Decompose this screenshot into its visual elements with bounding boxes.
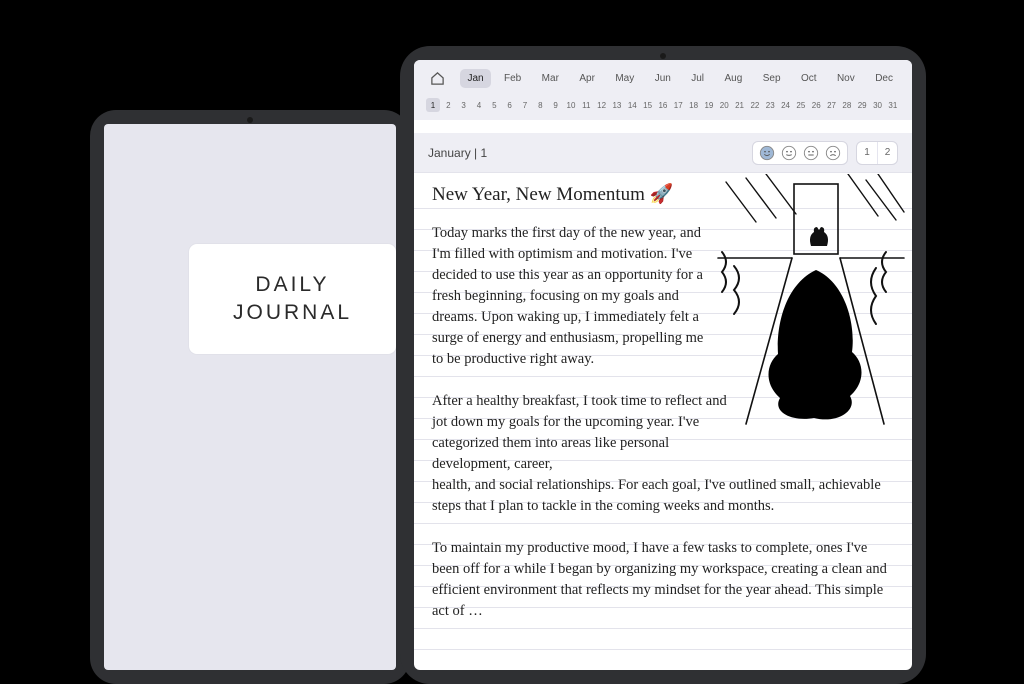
month-may[interactable]: May bbox=[608, 69, 641, 88]
page-2-button[interactable]: 2 bbox=[877, 142, 897, 164]
mood-neutral[interactable] bbox=[803, 145, 819, 161]
journal-screen: JanFebMarAprMayJunJulAugSepOctNovDec 123… bbox=[414, 60, 912, 670]
month-jan[interactable]: Jan bbox=[460, 69, 490, 88]
month-nov[interactable]: Nov bbox=[830, 69, 862, 88]
day-7[interactable]: 7 bbox=[518, 98, 532, 112]
day-20[interactable]: 20 bbox=[717, 98, 731, 112]
page-1-button[interactable]: 1 bbox=[857, 142, 877, 164]
page-switcher: 1 2 bbox=[856, 141, 898, 165]
day-3[interactable]: 3 bbox=[457, 98, 471, 112]
page-header-strip: January | 1 1 2 bbox=[414, 132, 912, 172]
day-12[interactable]: 12 bbox=[595, 98, 609, 112]
day-27[interactable]: 27 bbox=[825, 98, 839, 112]
camera-dot bbox=[247, 117, 253, 123]
day-26[interactable]: 26 bbox=[809, 98, 823, 112]
month-nav: Jan Feb Mar Apr May Jun Jul Aug Sep Oct Nov Dec bbox=[414, 60, 912, 96]
day-4[interactable]: 4 bbox=[472, 98, 486, 112]
month-aug[interactable]: Aug bbox=[717, 69, 749, 88]
day-9[interactable]: 9 bbox=[549, 98, 563, 112]
mood-picker bbox=[752, 141, 848, 165]
day-5[interactable]: 5 bbox=[487, 98, 501, 112]
month-sep[interactable]: Sep bbox=[756, 69, 788, 88]
mood-content[interactable] bbox=[781, 145, 797, 161]
day-17[interactable]: 17 bbox=[671, 98, 685, 112]
day-14[interactable]: 14 bbox=[625, 98, 639, 112]
day-8[interactable]: 8 bbox=[533, 98, 547, 112]
day-28[interactable]: 28 bbox=[840, 98, 854, 112]
day-2[interactable]: 2 bbox=[441, 98, 455, 112]
day-22[interactable]: 22 bbox=[748, 98, 762, 112]
day-18[interactable]: 18 bbox=[687, 98, 701, 112]
day-11[interactable]: 11 bbox=[579, 98, 593, 112]
day-21[interactable]: 21 bbox=[733, 98, 747, 112]
cover-title-line2: JOURNAL bbox=[233, 299, 352, 327]
camera-dot bbox=[660, 53, 666, 59]
entry-sketch bbox=[716, 174, 906, 434]
day-10[interactable]: 10 bbox=[564, 98, 578, 112]
month-jul[interactable]: Jul bbox=[684, 69, 711, 88]
day-16[interactable]: 16 bbox=[656, 98, 670, 112]
day-25[interactable]: 25 bbox=[794, 98, 808, 112]
day-19[interactable]: 19 bbox=[702, 98, 716, 112]
home-icon bbox=[430, 71, 445, 86]
day-nav: 1234567891011121314151617181920212223242… bbox=[414, 96, 912, 120]
month-mar[interactable]: Mar bbox=[535, 69, 566, 88]
day-13[interactable]: 13 bbox=[610, 98, 624, 112]
month-jun[interactable]: Jun bbox=[648, 69, 678, 88]
day-30[interactable]: 30 bbox=[871, 98, 885, 112]
month-apr[interactable]: Apr bbox=[572, 69, 602, 88]
day-23[interactable]: 23 bbox=[763, 98, 777, 112]
cover-title-line1: DAILY bbox=[255, 271, 329, 299]
day-6[interactable]: 6 bbox=[503, 98, 517, 112]
entry-paragraph-2b: health, and social relationships. For ea… bbox=[432, 477, 881, 514]
mood-sad[interactable] bbox=[825, 145, 841, 161]
date-label: January | 1 bbox=[428, 146, 744, 160]
day-29[interactable]: 29 bbox=[855, 98, 869, 112]
cover-tablet: DAILY JOURNAL bbox=[90, 110, 410, 684]
entry-body: New Year, New Momentum 🚀 Today marks the… bbox=[414, 172, 912, 670]
month-feb[interactable]: Feb bbox=[497, 69, 528, 88]
day-31[interactable]: 31 bbox=[886, 98, 900, 112]
cover-screen: DAILY JOURNAL bbox=[104, 124, 396, 670]
home-button[interactable] bbox=[426, 67, 448, 89]
day-15[interactable]: 15 bbox=[641, 98, 655, 112]
month-oct[interactable]: Oct bbox=[794, 69, 824, 88]
month-dec[interactable]: Dec bbox=[868, 69, 900, 88]
mood-happy[interactable] bbox=[759, 145, 775, 161]
cover-title-card: DAILY JOURNAL bbox=[189, 244, 396, 354]
entry-paragraph-3: To maintain my productive mood, I have a… bbox=[432, 538, 894, 622]
day-24[interactable]: 24 bbox=[779, 98, 793, 112]
journal-tablet: JanFebMarAprMayJunJulAugSepOctNovDec 123… bbox=[400, 46, 926, 684]
day-1[interactable]: 1 bbox=[426, 98, 440, 112]
